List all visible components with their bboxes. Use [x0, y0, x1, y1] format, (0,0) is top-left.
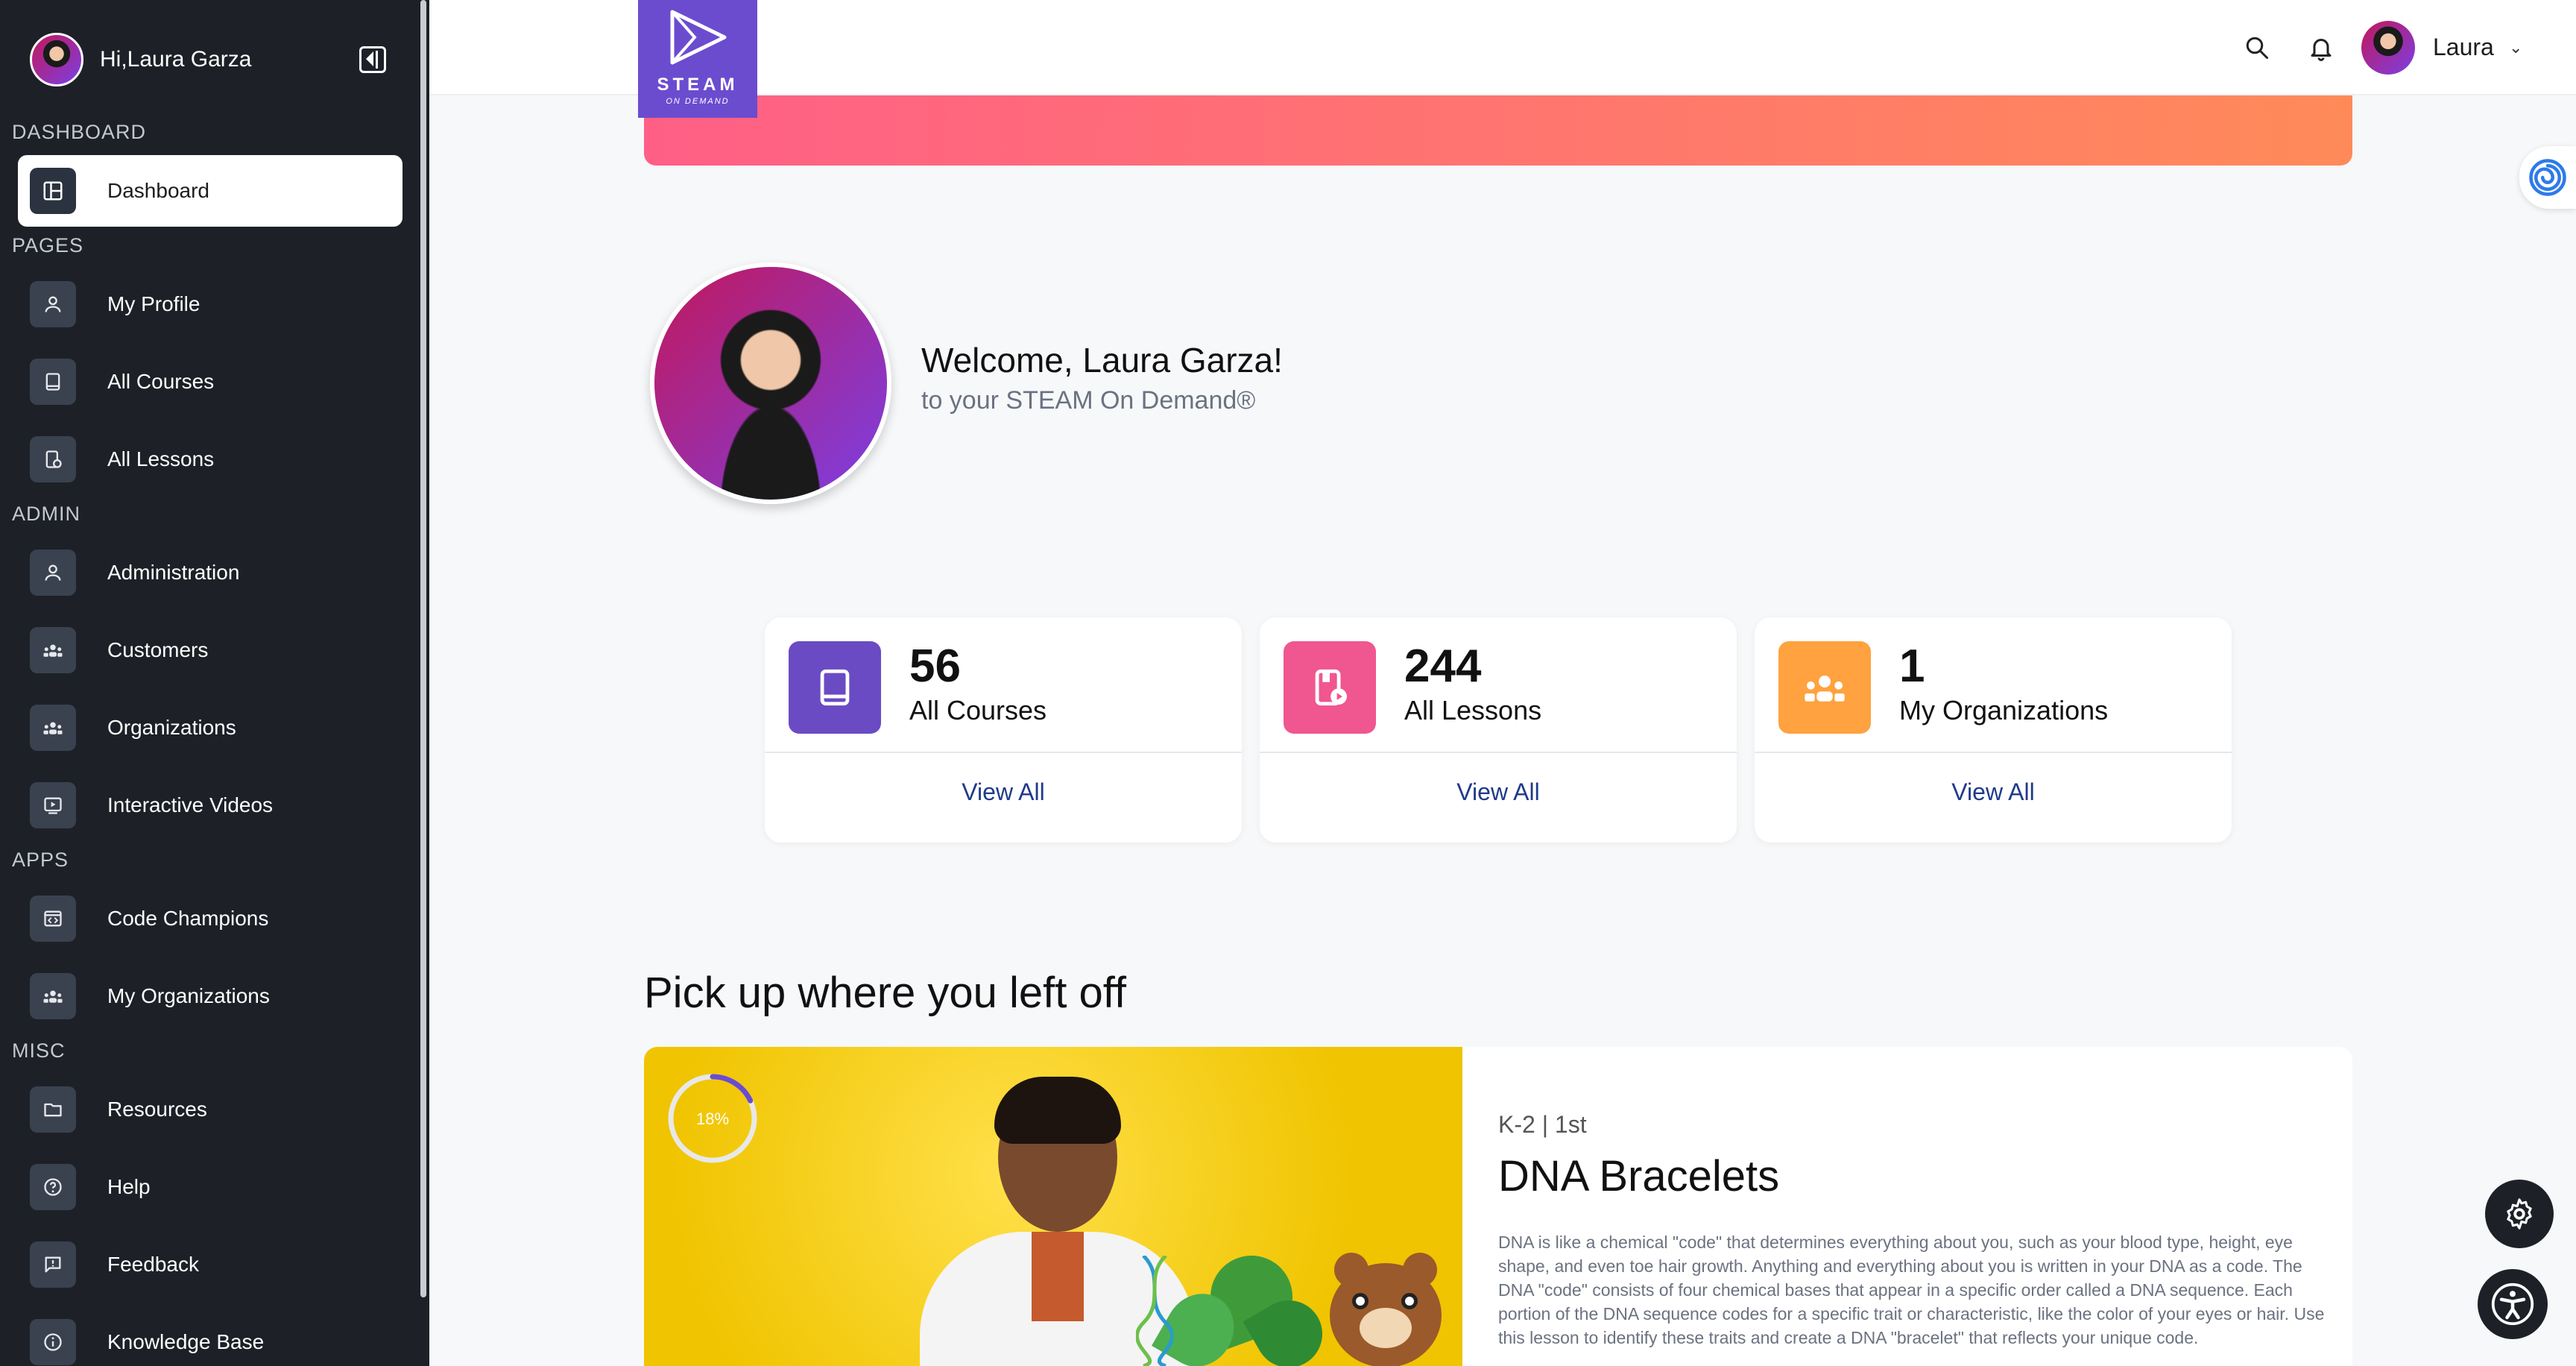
lesson-thumbnail[interactable]: 18%: [644, 1047, 1462, 1366]
avatar[interactable]: [30, 33, 83, 86]
sidebar-item-feedback[interactable]: Feedback: [18, 1229, 402, 1300]
section-apps: APPS: [12, 849, 69, 871]
folder-icon: [30, 1086, 76, 1133]
help-icon: [30, 1164, 76, 1210]
sidebar-item-code-champions[interactable]: Code Champions: [18, 883, 402, 954]
sidebar-item-label: All Lessons: [107, 447, 215, 470]
sidebar-item-label: Administration: [107, 561, 240, 584]
sidebar-item-dashboard[interactable]: Dashboard: [18, 155, 402, 227]
presenter-image: [920, 1077, 1196, 1366]
accessibility-icon[interactable]: [2478, 1269, 2548, 1339]
section-misc: MISC: [12, 1039, 66, 1062]
sidebar-item-resources[interactable]: Resources: [18, 1074, 402, 1145]
progress-ring: 18%: [668, 1074, 757, 1163]
book-icon: [30, 359, 76, 405]
collapse-sidebar-icon[interactable]: [359, 46, 386, 73]
sidebar-item-label: Interactive Videos: [107, 793, 274, 816]
divider: [1755, 752, 2232, 753]
continue-heading: Pick up where you left off: [644, 969, 1126, 1017]
group-icon: [30, 705, 76, 751]
sidebar-item-label: Help: [107, 1175, 151, 1198]
lesson-description: DNA is like a chemical "code" that deter…: [1498, 1233, 2325, 1347]
logo-text: STEAM: [657, 75, 739, 95]
view-all-courses-link[interactable]: View All: [765, 778, 1242, 806]
user-icon: [30, 281, 76, 327]
lesson-title: DNA Bracelets: [1498, 1152, 1780, 1200]
section-admin: ADMIN: [12, 503, 80, 525]
sidebar-item-label: Customers: [107, 638, 209, 661]
sidebar-item-my-organizations[interactable]: My Organizations: [18, 960, 402, 1032]
view-all-lessons-link[interactable]: View All: [1260, 778, 1737, 806]
sidebar-item-label: My Organizations: [107, 984, 270, 1007]
user-icon: [30, 550, 76, 596]
stat-card-organizations: 1 My Organizations View All: [1755, 617, 2232, 843]
profile-photo: [650, 262, 891, 504]
sidebar-item-customers[interactable]: Customers: [18, 614, 402, 686]
sidebar-item-label: Dashboard: [107, 179, 209, 202]
divider: [765, 752, 1242, 753]
stat-label: All Lessons: [1404, 695, 1542, 726]
divider: [1260, 752, 1737, 753]
lesson-grade: K-2 | 1st: [1498, 1111, 1587, 1138]
group-icon: [30, 973, 76, 1019]
book-icon: [789, 641, 881, 734]
hero-banner: [644, 95, 2352, 166]
view-all-organizations-link[interactable]: View All: [1755, 778, 2232, 806]
user-menu-name[interactable]: Laura: [2433, 34, 2494, 61]
sidebar-item-label: Organizations: [107, 716, 236, 739]
feedback-icon: [30, 1241, 76, 1288]
sidebar: Hi,Laura Garza DASHBOARD Dashboard PAGES…: [0, 0, 429, 1366]
sidebar-item-label: All Courses: [107, 370, 215, 393]
welcome-title: Welcome, Laura Garza!: [921, 341, 1283, 380]
lesson-icon: [1284, 641, 1376, 734]
sidebar-item-label: Feedback: [107, 1253, 199, 1276]
progress-label: 18%: [696, 1110, 729, 1128]
sidebar-item-all-lessons[interactable]: All Lessons: [18, 424, 402, 495]
user-avatar[interactable]: [2361, 21, 2415, 75]
dna-icon: [1136, 1256, 1173, 1366]
sidebar-scrollbar[interactable]: [420, 0, 426, 1297]
stat-label: All Courses: [909, 695, 1047, 726]
info-icon: [30, 1319, 76, 1365]
sidebar-item-label: Code Champions: [107, 907, 269, 930]
search-icon[interactable]: [2239, 30, 2275, 66]
sidebar-greeting: Hi,Laura Garza: [100, 47, 252, 72]
group-icon: [1778, 641, 1871, 734]
stat-card-courses: 56 All Courses View All: [765, 617, 1242, 843]
welcome-subtitle: to your STEAM On Demand®: [921, 386, 1256, 415]
code-icon: [30, 896, 76, 942]
stat-value: 1: [1899, 640, 1925, 692]
sidebar-item-organizations[interactable]: Organizations: [18, 692, 402, 764]
sidebar-item-label: Resources: [107, 1098, 207, 1121]
sidebar-item-label: My Profile: [107, 292, 201, 315]
section-pages: PAGES: [12, 234, 84, 256]
logo-subtext: ON DEMAND: [666, 97, 730, 106]
steam-logo[interactable]: STEAM ON DEMAND: [638, 0, 757, 118]
stat-label: My Organizations: [1899, 695, 2109, 726]
play-logo-icon: [670, 10, 727, 65]
lesson-card[interactable]: 18% K-2 | 1st DNA Bracelets DNA is like …: [644, 1047, 2352, 1366]
chevron-down-icon[interactable]: ⌄: [2509, 39, 2522, 57]
stat-value: 56: [909, 640, 961, 692]
group-icon: [30, 627, 76, 673]
stat-value: 244: [1404, 640, 1482, 692]
section-dashboard: DASHBOARD: [12, 121, 147, 143]
settings-gear-icon[interactable]: [2485, 1180, 2554, 1248]
sidebar-item-administration[interactable]: Administration: [18, 537, 402, 608]
dashboard-icon: [30, 168, 76, 214]
assistant-spiral-icon[interactable]: [2519, 146, 2576, 209]
sidebar-item-label: Knowledge Base: [107, 1330, 265, 1353]
notification-bell-icon[interactable]: [2303, 30, 2339, 66]
stat-card-lessons: 244 All Lessons View All: [1260, 617, 1737, 843]
sidebar-item-interactive-videos[interactable]: Interactive Videos: [18, 769, 402, 841]
sidebar-item-my-profile[interactable]: My Profile: [18, 268, 402, 340]
lesson-icon: [30, 436, 76, 482]
sidebar-item-help[interactable]: Help: [18, 1151, 402, 1223]
sidebar-item-knowledge-base[interactable]: Knowledge Base: [18, 1306, 402, 1366]
bear-character: [1330, 1253, 1442, 1366]
sidebar-header: Hi,Laura Garza: [30, 31, 402, 88]
sidebar-item-all-courses[interactable]: All Courses: [18, 346, 402, 418]
video-icon: [30, 782, 76, 828]
